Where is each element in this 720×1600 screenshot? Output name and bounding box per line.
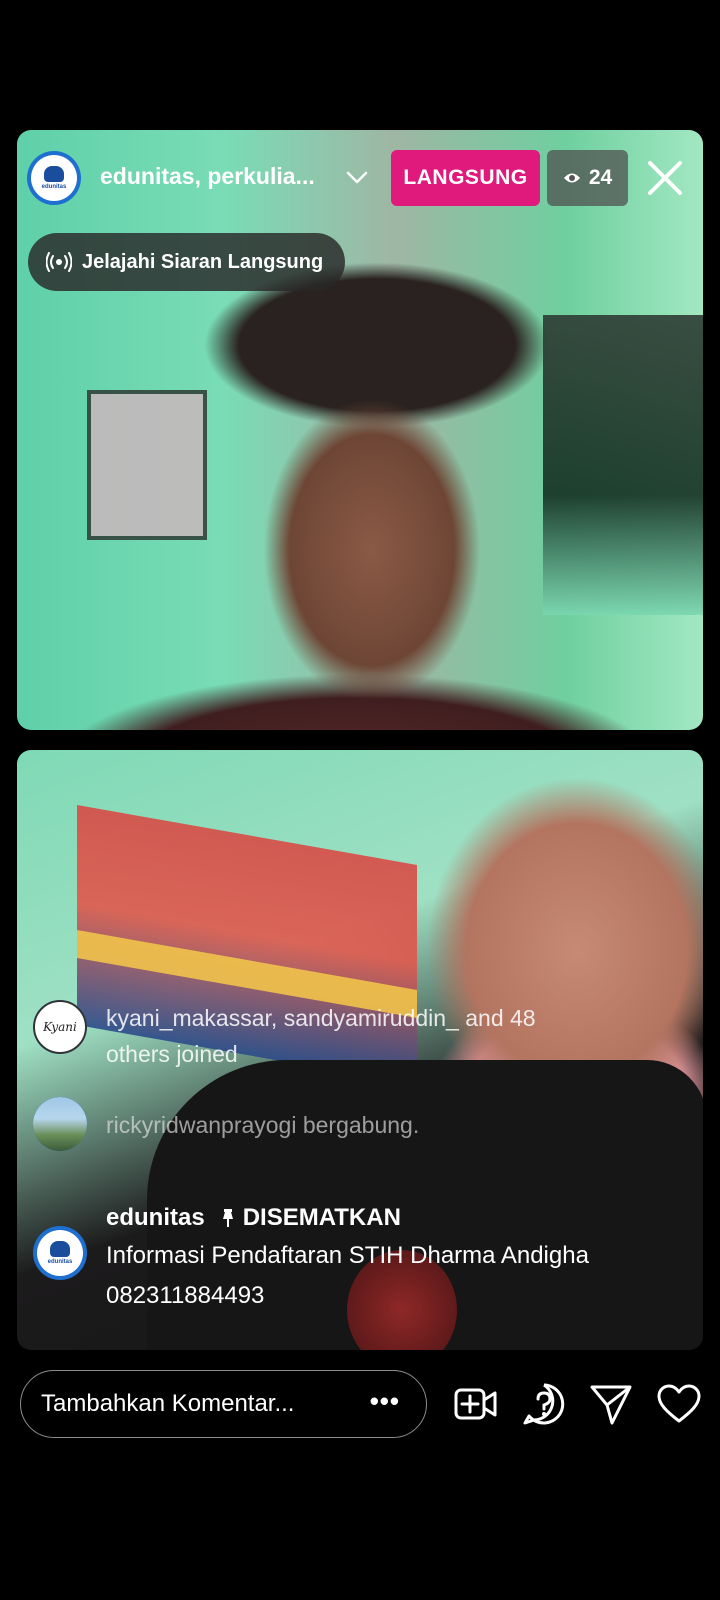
wall-picture xyxy=(87,390,207,540)
send-icon[interactable] xyxy=(588,1381,634,1427)
pinned-label: DISEMATKAN xyxy=(242,1204,401,1231)
commenter-avatar[interactable]: edunitas xyxy=(33,1226,87,1280)
broadcast-icon xyxy=(46,252,72,272)
question-icon[interactable] xyxy=(521,1381,567,1427)
eye-icon xyxy=(563,173,580,183)
viewer-count-value: 24 xyxy=(588,166,613,189)
pinned-text: Informasi Pendaftaran STIH Dharma Andigh… xyxy=(106,1242,589,1269)
chevron-down-icon[interactable] xyxy=(346,170,368,186)
pinned-comment[interactable]: edunitas edunitas DISEMATKAN Informasi P… xyxy=(33,1200,589,1316)
pinned-username[interactable]: edunitas xyxy=(106,1200,205,1236)
live-badge: LANGSUNG xyxy=(391,150,540,206)
host-name[interactable]: edunitas, perkulia... xyxy=(100,163,315,190)
comment-input-placeholder: Tambahkan Komentar... xyxy=(41,1390,295,1417)
host-video-feed xyxy=(17,130,703,730)
join-notice: rickyridwanprayogi bergabung. xyxy=(106,1112,420,1138)
explore-live-label: Jelajahi Siaran Langsung xyxy=(82,250,324,273)
explore-live-button[interactable]: Jelajahi Siaran Langsung xyxy=(28,233,346,291)
close-icon[interactable] xyxy=(645,158,685,198)
more-options-button[interactable]: ••• xyxy=(370,1388,400,1414)
commenter-avatar[interactable] xyxy=(33,1097,87,1151)
pin-icon xyxy=(222,1209,233,1227)
join-notice: kyani_makassar, sandyamiruddin_ and 48 o… xyxy=(106,1005,536,1067)
heart-icon[interactable] xyxy=(656,1381,702,1427)
pinned-phone: 082311884493 xyxy=(106,1282,265,1309)
viewer-count[interactable]: 24 xyxy=(547,150,628,206)
comment-input[interactable]: Tambahkan Komentar... ••• xyxy=(20,1370,427,1438)
comment-item: Kyani kyani_makassar, sandyamiruddin_ an… xyxy=(33,1000,596,1072)
host-avatar[interactable]: edunitas xyxy=(27,151,81,205)
add-video-icon[interactable] xyxy=(453,1381,499,1427)
comment-item: rickyridwanprayogi bergabung. xyxy=(33,1097,419,1151)
background-shelf xyxy=(543,315,703,615)
commenter-avatar[interactable]: Kyani xyxy=(33,1000,87,1054)
